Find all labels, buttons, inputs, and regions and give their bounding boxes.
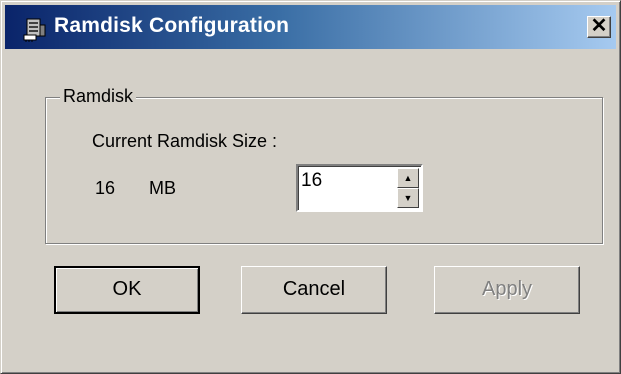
ramdisk-group-label: Ramdisk [60,86,137,107]
title-bar[interactable]: Ramdisk Configuration ✕ [5,5,616,49]
close-button[interactable]: ✕ [587,16,611,38]
cancel-button[interactable]: Cancel [241,266,387,314]
size-spinner[interactable]: ▲ ▼ [296,164,423,212]
current-size-label: Current Ramdisk Size : [92,131,278,151]
size-input[interactable] [301,170,387,192]
apply-button: Apply [434,266,580,314]
ramdisk-app-icon [23,18,46,42]
arrow-down-icon: ▼ [403,193,413,203]
ok-button[interactable]: OK [54,266,200,314]
current-size-value: 16 [95,178,116,198]
close-icon: ✕ [590,15,608,37]
ramdisk-configuration-dialog: Ramdisk Configuration ✕ Ramdisk Current … [0,0,621,374]
arrow-up-icon: ▲ [403,173,413,183]
window-title: Ramdisk Configuration [54,14,290,37]
current-size-unit: MB [149,178,176,198]
spin-up-button[interactable]: ▲ [397,168,419,188]
spin-down-button[interactable]: ▼ [397,188,419,208]
